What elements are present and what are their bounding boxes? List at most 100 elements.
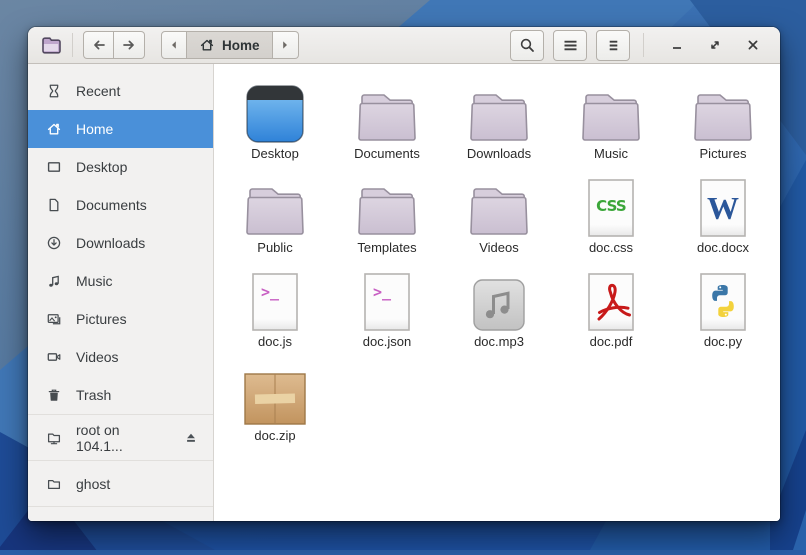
path-previous-button[interactable] [161,31,187,59]
folder-icon [579,81,643,143]
file-item[interactable]: Downloads [443,72,555,166]
file-label: doc.mp3 [474,334,524,349]
python-file-icon [700,269,746,331]
folder-icon [243,175,307,237]
file-grid[interactable]: Desktop Documents Downloads Music Pictures Pu… [214,64,780,521]
sidebar-item-recent[interactable]: Recent [28,72,213,110]
pictures-icon [46,311,62,327]
menu-button[interactable] [596,29,630,61]
folder-icon [467,81,531,143]
sidebar-item-root-on-104-1[interactable]: root on 104.1... [28,415,213,460]
folder-icon [46,476,62,492]
sidebar-item-downloads[interactable]: Downloads [28,224,213,262]
sidebar-item-label: Videos [76,349,119,365]
document-icon [46,197,62,213]
history-nav [83,31,145,59]
home-icon [46,121,62,137]
file-item[interactable]: doc.pdf [555,260,667,354]
sidebar-item-documents[interactable]: Documents [28,186,213,224]
file-item[interactable]: Public [219,166,331,260]
script-file-icon: >_ [364,269,410,331]
file-label: doc.py [703,334,743,349]
file-label: doc.pdf [589,334,633,349]
file-label: Public [257,240,293,255]
file-label: Music [594,146,628,161]
file-item[interactable]: Pictures [667,72,779,166]
sidebar-item-desktop[interactable]: Desktop [28,148,213,186]
sidebar-item-label: Documents [76,197,147,213]
close-icon [748,40,758,50]
view-list-button[interactable] [553,29,587,61]
sidebar-item-label: Home [76,121,114,137]
desktop-icon [46,159,62,175]
hamburger-menu-icon [609,40,617,50]
file-item[interactable]: Wdoc.docx [667,166,779,260]
file-manager-window: Home Recent Home Desktop Documents Downloa [28,27,780,521]
chevron-right-icon [283,41,288,49]
file-label: Pictures [699,146,747,161]
sidebar-item-label: Recent [76,83,121,99]
folder-icon [691,81,755,143]
videos-icon [46,349,62,365]
recent-icon [46,83,62,99]
controls-separator [643,33,644,57]
file-item[interactable]: Music [555,72,667,166]
file-item[interactable]: >_ doc.json [331,260,443,354]
file-item[interactable]: Templates [331,166,443,260]
network-folder-icon [46,430,62,446]
sidebar-item-label: Desktop [76,159,128,175]
file-label: Downloads [466,146,532,161]
file-item[interactable]: doc.mp3 [443,260,555,354]
folder-icon [355,81,419,143]
svg-text:>_: >_ [261,283,280,301]
svg-text:CSS: CSS [596,197,626,215]
folder-icon [355,175,419,237]
css-file-icon: CSS [588,175,634,237]
music-icon [46,273,62,289]
trash-icon [46,387,62,403]
file-item[interactable]: CSS doc.css [555,166,667,260]
file-item[interactable]: doc.py [667,260,779,354]
word-file-icon: W [700,175,746,237]
pdf-file-icon [588,269,634,331]
file-item[interactable]: Videos [443,166,555,260]
file-label: doc.zip [254,428,296,443]
forward-button[interactable] [114,31,145,59]
download-icon [46,235,62,251]
back-button[interactable] [83,31,114,59]
file-item[interactable]: doc.zip [219,354,331,448]
file-item[interactable]: Desktop [219,72,331,166]
sidebar-item-videos[interactable]: Videos [28,338,213,376]
path-current-label: Home [222,37,260,53]
sidebar-item-music[interactable]: Music [28,262,213,300]
titlebar[interactable]: Home [28,27,780,64]
close-button[interactable] [738,30,768,60]
maximize-button[interactable] [700,30,730,60]
path-bar: Home [161,31,299,59]
file-label: doc.css [588,240,634,255]
search-icon [520,38,534,52]
chevron-left-icon [172,41,176,49]
sidebar-item-home[interactable]: Home [28,110,213,148]
file-label: Desktop [251,146,299,161]
list-view-icon [564,40,576,50]
audio-file-icon [473,269,525,331]
file-item[interactable]: >_ doc.js [219,260,331,354]
sidebar-item-label: Trash [76,387,112,403]
file-item[interactable]: Documents [331,72,443,166]
file-label: doc.js [258,334,292,349]
script-file-icon: >_ [252,269,298,331]
titlebar-separator [72,33,73,57]
path-segment-home[interactable]: Home [187,31,273,59]
sidebar-item-pictures[interactable]: Pictures [28,300,213,338]
sidebar-item-label: Pictures [76,311,127,327]
search-button[interactable] [510,29,544,61]
sidebar-item-label: Downloads [76,235,146,251]
sidebar-item-label: ghost [76,475,111,492]
sidebar-item-trash[interactable]: Trash [28,376,213,414]
sidebar-item-ghost[interactable]: ghost [28,461,213,506]
path-next-button[interactable] [272,31,299,59]
file-label: Templates [357,240,417,255]
minimize-button[interactable] [662,30,692,60]
eject-icon[interactable] [183,430,199,446]
